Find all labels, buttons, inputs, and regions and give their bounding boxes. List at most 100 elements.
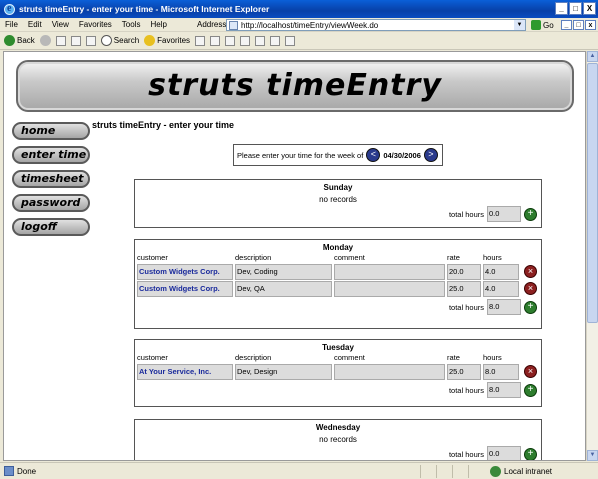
favorites-button[interactable]: Favorites: [144, 35, 190, 46]
col-customer: customer: [137, 253, 168, 262]
search-button[interactable]: Search: [100, 35, 140, 46]
stop-icon[interactable]: [55, 35, 66, 46]
go-button[interactable]: Go: [531, 19, 554, 31]
entries-table: customer description comment rate hours …: [137, 352, 537, 380]
mail-icon[interactable]: [225, 35, 236, 46]
customer-field[interactable]: Custom Widgets Corp.: [137, 280, 233, 297]
discuss-icon[interactable]: [270, 35, 281, 46]
nav-home[interactable]: home: [12, 122, 90, 140]
comment-field[interactable]: [334, 363, 445, 380]
media-icon[interactable]: [195, 35, 206, 46]
refresh-icon[interactable]: [70, 35, 81, 46]
back-button[interactable]: Back: [4, 35, 35, 46]
col-rate: rate: [447, 253, 460, 262]
status-cell: [420, 464, 436, 478]
add-entry-icon[interactable]: +: [524, 300, 537, 314]
security-zone: Local intranet: [484, 465, 553, 477]
no-records: no records: [319, 195, 357, 204]
hours-field[interactable]: 8.0: [483, 363, 519, 380]
hours-field[interactable]: 4.0: [483, 263, 519, 280]
menu-tools[interactable]: Tools: [117, 20, 146, 29]
total-label: total hours: [448, 385, 484, 395]
description-field[interactable]: Dev, Design: [235, 363, 332, 380]
day-monday: Monday customer description comment rate…: [134, 239, 542, 329]
rate-field[interactable]: 25.0: [447, 363, 481, 380]
week-picker: Please enter your time for the week of <…: [233, 144, 443, 166]
menu-edit[interactable]: Edit: [23, 20, 47, 29]
vertical-scrollbar[interactable]: ▲ ▼: [586, 51, 598, 461]
history-icon[interactable]: [210, 35, 221, 46]
comment-field[interactable]: [334, 263, 445, 280]
table-row: Custom Widgets Corp. Dev, QA 25.0 4.0 ×: [137, 280, 537, 297]
menu-file[interactable]: File: [0, 20, 23, 29]
add-entry-icon[interactable]: +: [524, 207, 537, 221]
status-text: Done: [17, 466, 37, 476]
delete-entry-icon[interactable]: ×: [524, 365, 537, 378]
banner-title: struts timeEntry: [148, 68, 442, 103]
day-sunday: Sunday no records total hours 0.0 +: [134, 179, 542, 228]
rate-field[interactable]: 25.0: [447, 280, 481, 297]
messenger-icon[interactable]: [285, 35, 296, 46]
delete-entry-icon[interactable]: ×: [524, 265, 537, 278]
menu-view[interactable]: View: [47, 20, 74, 29]
entries-table: customer description comment rate hours …: [137, 252, 537, 297]
close-button[interactable]: X: [583, 2, 596, 15]
customer-field[interactable]: At Your Service, Inc.: [137, 363, 233, 380]
scroll-down-icon[interactable]: ▼: [587, 450, 598, 461]
nav-timesheet[interactable]: timesheet: [12, 170, 90, 188]
col-hours: hours: [483, 353, 502, 362]
maximize-button[interactable]: □: [569, 2, 582, 15]
nav-enter-time[interactable]: enter time: [12, 146, 90, 164]
window-titlebar: struts timeEntry - enter your time - Mic…: [0, 0, 598, 18]
col-rate: rate: [447, 353, 460, 362]
address-input[interactable]: http://localhost/timeEntry/viewWeek.do ▼: [226, 19, 526, 31]
next-week-icon[interactable]: >: [423, 148, 438, 162]
home-icon[interactable]: [85, 35, 96, 46]
forward-button[interactable]: [39, 35, 51, 46]
total-hours-field: 8.0: [487, 382, 521, 398]
hours-field[interactable]: 4.0: [483, 280, 519, 297]
search-label: Search: [113, 36, 140, 45]
total-row: total hours 8.0 +: [135, 382, 541, 398]
status-cell: [452, 464, 468, 478]
day-wednesday: Wednesday no records total hours 0.0 +: [134, 419, 542, 460]
menu-help[interactable]: Help: [145, 20, 171, 29]
total-row: total hours 0.0 +: [135, 446, 541, 460]
description-field[interactable]: Dev, Coding: [235, 263, 332, 280]
favorites-label: Favorites: [157, 36, 191, 45]
total-label: total hours: [448, 209, 484, 219]
delete-entry-icon[interactable]: ×: [524, 282, 537, 295]
customer-field[interactable]: Custom Widgets Corp.: [137, 263, 233, 280]
total-hours-field: 0.0: [487, 446, 521, 460]
doc-minimize-button[interactable]: _: [561, 20, 572, 30]
comment-field[interactable]: [334, 280, 445, 297]
total-hours-field: 8.0: [487, 299, 521, 315]
table-row: At Your Service, Inc. Dev, Design 25.0 8…: [137, 363, 537, 380]
doc-close-button[interactable]: x: [585, 20, 596, 30]
page-viewport: struts timeEntry home enter time timeshe…: [3, 51, 586, 461]
rate-field[interactable]: 20.0: [447, 263, 481, 280]
week-date: 04/30/2006: [383, 150, 421, 160]
add-entry-icon[interactable]: +: [524, 447, 537, 460]
scroll-up-icon[interactable]: ▲: [587, 51, 598, 62]
day-name: Monday: [322, 243, 354, 252]
doc-restore-button[interactable]: □: [573, 20, 584, 30]
zone-label: Local intranet: [504, 466, 553, 476]
page-icon: [229, 21, 238, 30]
nav-password[interactable]: password: [12, 194, 90, 212]
total-label: total hours: [448, 302, 484, 312]
add-entry-icon[interactable]: +: [524, 383, 537, 397]
total-hours-field: 0.0: [487, 206, 521, 222]
address-dropdown-icon[interactable]: ▼: [514, 20, 525, 30]
word-icon[interactable]: [240, 35, 251, 46]
minimize-button[interactable]: _: [555, 2, 568, 15]
description-field[interactable]: Dev, QA: [235, 280, 332, 297]
day-name: Sunday: [323, 183, 353, 192]
status-cell: [468, 464, 484, 478]
scroll-thumb[interactable]: [587, 63, 598, 323]
status-cell: [436, 464, 452, 478]
prev-week-icon[interactable]: <: [366, 148, 381, 162]
menu-favorites[interactable]: Favorites: [74, 20, 117, 29]
folder-icon[interactable]: [255, 35, 266, 46]
nav-logoff[interactable]: logoff: [12, 218, 90, 236]
